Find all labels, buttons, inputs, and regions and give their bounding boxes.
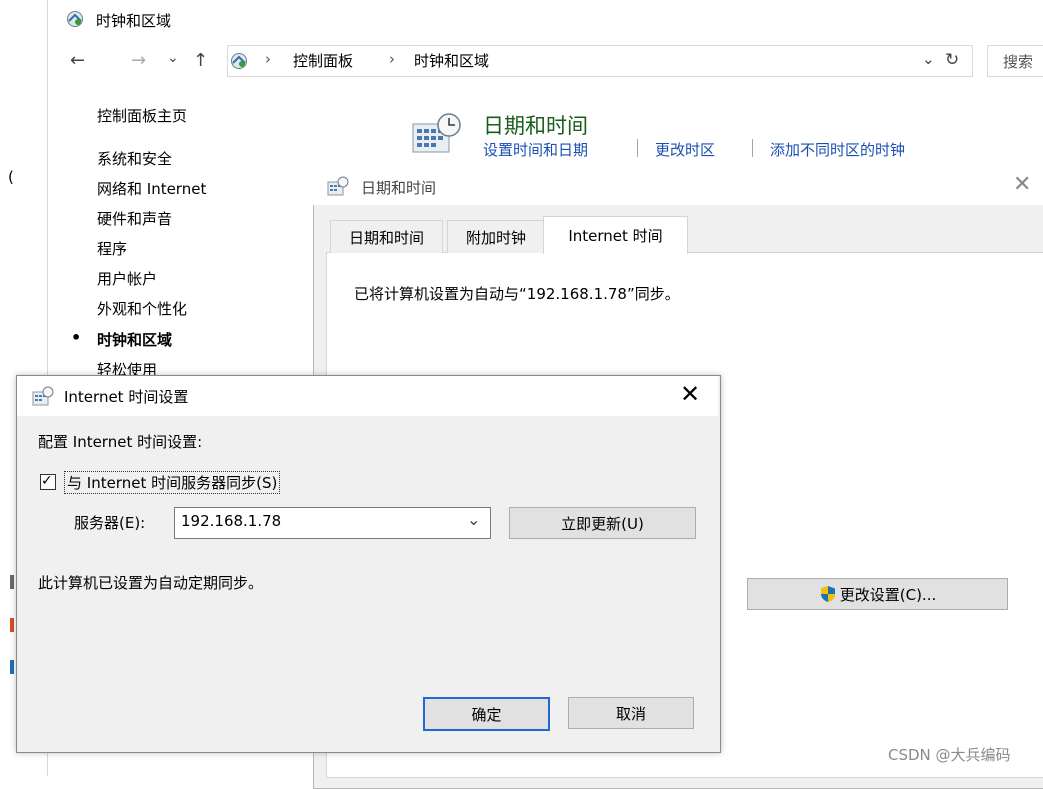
breadcrumb-item-clock-region[interactable]: 时钟和区域 (414, 50, 489, 71)
selected-bullet: • (71, 328, 82, 347)
uac-shield-icon (819, 585, 837, 603)
refresh-button[interactable]: ↻ (945, 50, 959, 70)
link-set-time-date[interactable]: 设置时间和日期 (483, 139, 588, 160)
sidebar-item-network[interactable]: 网络和 Internet (97, 178, 206, 199)
background-fragment-mark (10, 575, 14, 589)
watermark: CSDN @大兵编码 (888, 746, 1011, 764)
search-placeholder: 搜索 (1003, 53, 1034, 71)
window-title: 时钟和区域 (96, 12, 172, 30)
change-settings-label: 更改设置(C)... (839, 585, 937, 604)
server-label: 服务器(E): (74, 514, 146, 532)
sync-status-text: 已将计算机设置为自动与“192.168.1.78”同步。 (354, 285, 680, 303)
background-fragment-mark (10, 618, 14, 632)
tab-additional-clocks[interactable]: 附加时钟 (447, 220, 545, 253)
control-panel-icon (66, 10, 84, 28)
date-time-dialog-title: 日期和时间 (361, 179, 437, 197)
ok-button[interactable]: 确定 (423, 697, 550, 731)
server-value: 192.168.1.78 (181, 512, 282, 530)
sidebar-item-programs[interactable]: 程序 (97, 238, 127, 259)
tab-date-time[interactable]: 日期和时间 (330, 220, 443, 253)
category-title[interactable]: 日期和时间 (483, 110, 588, 140)
address-dropdown-button[interactable]: ⌄ (922, 50, 935, 68)
change-settings-button[interactable]: 更改设置(C)... (747, 578, 1008, 610)
date-time-dialog-close-button[interactable]: ✕ (1013, 172, 1031, 197)
sidebar-item-security[interactable]: 系统和安全 (97, 148, 172, 169)
breadcrumb-item-control-panel[interactable]: 控制面板 (293, 50, 353, 71)
sidebar-item-clock-region[interactable]: 时钟和区域 (97, 329, 172, 350)
date-time-icon (411, 112, 463, 154)
forward-button[interactable]: → (131, 50, 146, 71)
cancel-button[interactable]: 取消 (568, 697, 694, 729)
config-heading: 配置 Internet 时间设置: (38, 433, 203, 451)
link-separator (637, 139, 638, 157)
internet-time-dialog-title: Internet 时间设置 (64, 388, 189, 406)
checkmark-icon: ✓ (41, 473, 53, 489)
tab-internet-time[interactable]: Internet 时间 (543, 216, 688, 254)
sync-checkbox-label[interactable]: 与 Internet 时间服务器同步(S) (64, 471, 281, 494)
link-separator (752, 139, 753, 157)
up-button[interactable]: ↑ (193, 50, 208, 71)
date-time-small-icon (327, 176, 349, 196)
recent-locations-button[interactable]: ⌄ (167, 50, 179, 66)
back-button[interactable]: ← (70, 50, 85, 71)
link-change-timezone[interactable]: 更改时区 (655, 139, 715, 160)
sync-checkbox[interactable]: ✓ (40, 473, 56, 490)
control-panel-icon (230, 52, 248, 70)
breadcrumb-separator: › (265, 50, 271, 68)
background-text-fragment: ( (8, 168, 14, 186)
sidebar-item-user-accounts[interactable]: 用户帐户 (97, 268, 157, 289)
background-fragment-mark (10, 660, 14, 674)
sync-schedule-status: 此计算机已设置为自动定期同步。 (38, 574, 264, 592)
sidebar-item-home[interactable]: 控制面板主页 (97, 105, 187, 126)
sidebar-item-hardware[interactable]: 硬件和声音 (97, 208, 172, 229)
chevron-down-icon[interactable]: ⌄ (467, 510, 480, 529)
sidebar-item-appearance[interactable]: 外观和个性化 (97, 298, 187, 319)
link-add-clocks[interactable]: 添加不同时区的时钟 (770, 139, 905, 160)
breadcrumb-separator: › (389, 50, 395, 68)
update-now-button[interactable]: 立即更新(U) (509, 507, 696, 539)
internet-time-dialog-close-button[interactable]: ✕ (680, 380, 700, 408)
date-time-small-icon (32, 386, 54, 406)
